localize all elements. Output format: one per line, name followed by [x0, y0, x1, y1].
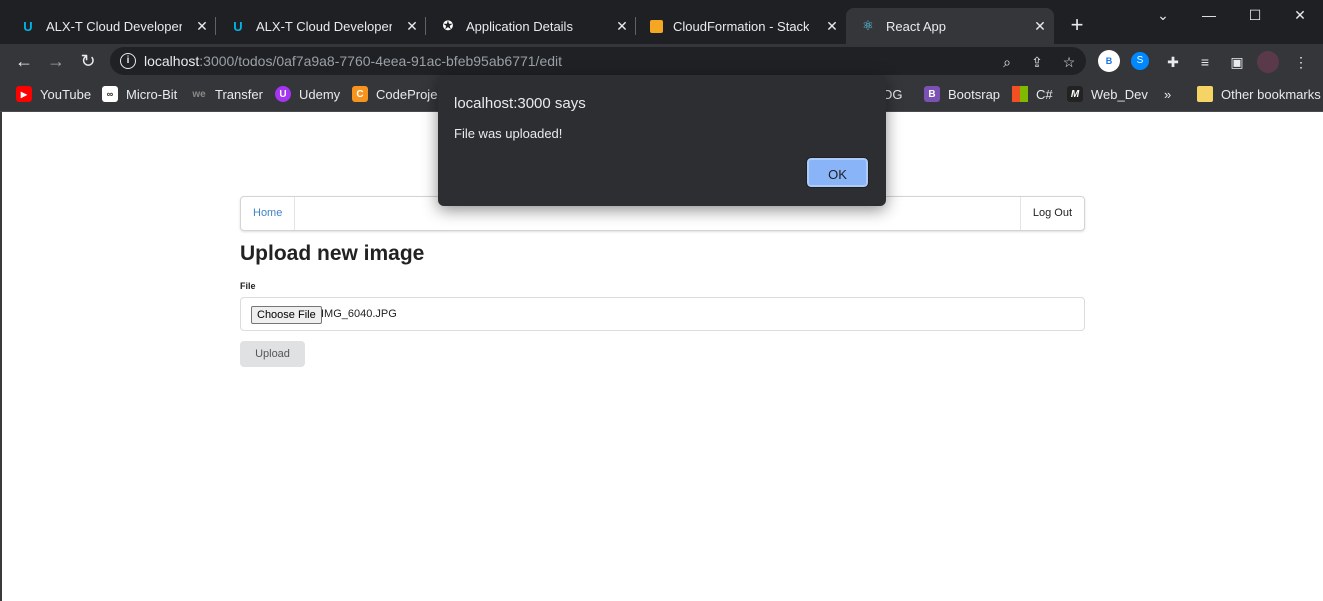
- tab-react-app[interactable]: ⚛ React App ✕: [846, 8, 1054, 44]
- udemy-icon: U: [275, 86, 291, 102]
- auth0-icon: ✪: [442, 18, 454, 33]
- tab-udacity-1[interactable]: U ALX-T Cloud Developer - U ✕: [6, 8, 216, 44]
- other-bookmarks[interactable]: Other bookmarks: [1197, 84, 1321, 104]
- upload-button[interactable]: Upload: [240, 341, 305, 367]
- selected-file-name: IMG_6040.JPG: [321, 308, 397, 320]
- forward-icon[interactable]: →: [44, 49, 68, 73]
- microbit-icon: ∞: [102, 86, 118, 102]
- bookmark-csharp[interactable]: C#: [1012, 84, 1053, 104]
- tab-application-details[interactable]: ✪ Application Details ✕: [426, 8, 636, 44]
- youtube-icon: ▶: [16, 86, 32, 102]
- tab-label: React App: [886, 18, 946, 34]
- shazam-icon[interactable]: S: [1131, 52, 1149, 70]
- extension-b-icon[interactable]: B: [1098, 50, 1120, 72]
- codeproject-icon: C: [352, 86, 368, 102]
- webdev-icon: M: [1067, 86, 1083, 102]
- dialog-title: localhost:3000 says: [454, 95, 586, 112]
- bookmark-star-icon[interactable]: ☆: [1060, 53, 1078, 71]
- maximize-icon[interactable]: ☐: [1232, 0, 1278, 30]
- bookmark-webdev[interactable]: M Web_Dev: [1067, 84, 1148, 104]
- wetransfer-icon: we: [192, 88, 206, 100]
- logout-button[interactable]: Log Out: [1019, 197, 1084, 230]
- media-control-icon[interactable]: ≡: [1194, 51, 1216, 73]
- bookmark-transfer[interactable]: we Transfer: [191, 84, 263, 104]
- address-bar[interactable]: i localhost:3000/todos/0af7a9a8-7760-4ee…: [110, 47, 1086, 75]
- react-icon: ⚛: [862, 18, 874, 33]
- close-icon[interactable]: ✕: [194, 18, 210, 34]
- url-text[interactable]: localhost:3000/todos/0af7a9a8-7760-4eea-…: [144, 53, 562, 69]
- udacity-icon: U: [233, 18, 243, 34]
- minimize-icon[interactable]: —: [1186, 0, 1232, 30]
- new-tab-icon[interactable]: +: [1066, 13, 1088, 37]
- close-icon[interactable]: ✕: [404, 18, 420, 34]
- close-icon[interactable]: ✕: [614, 18, 630, 34]
- share-icon[interactable]: ⇪: [1028, 53, 1046, 71]
- tab-label: ALX-T Cloud Developer - U: [46, 18, 182, 34]
- reload-icon[interactable]: ↻: [76, 49, 100, 73]
- menu-kebab-icon[interactable]: ⋮: [1290, 51, 1312, 73]
- bookmark-udemy[interactable]: U Udemy: [275, 84, 340, 104]
- tab-label: CloudFormation - Stack: [673, 18, 809, 34]
- tab-search-icon[interactable]: ⌄: [1140, 0, 1186, 30]
- file-field-label: File: [240, 281, 256, 291]
- tab-label: Application Details: [466, 18, 573, 34]
- tab-strip: U ALX-T Cloud Developer - U ✕ U ALX-T Cl…: [0, 0, 1323, 44]
- tab-udacity-2[interactable]: U ALX-T Cloud Developer - U ✕: [216, 8, 426, 44]
- bookmark-microbit[interactable]: ∞ Micro-Bit: [102, 84, 177, 104]
- side-panel-icon[interactable]: ▣: [1226, 51, 1248, 73]
- udacity-icon: U: [23, 18, 33, 34]
- browser-toolbar: ← → ↻ i localhost:3000/todos/0af7a9a8-77…: [0, 44, 1323, 78]
- tab-label: ALX-T Cloud Developer - U: [256, 18, 392, 34]
- extensions-puzzle-icon[interactable]: ✚: [1162, 51, 1184, 73]
- dialog-message: File was uploaded!: [454, 126, 563, 141]
- zoom-icon[interactable]: ⌕: [998, 53, 1016, 71]
- folder-icon: [1197, 86, 1213, 102]
- avatar[interactable]: [1257, 51, 1279, 73]
- window-close-icon[interactable]: ✕: [1277, 0, 1323, 30]
- close-icon[interactable]: ✕: [824, 18, 840, 34]
- choose-file-button[interactable]: Choose File: [251, 306, 322, 324]
- bootstrap-icon: B: [924, 86, 940, 102]
- site-info-icon[interactable]: i: [120, 53, 136, 69]
- more-bookmarks-icon[interactable]: »: [1164, 84, 1171, 104]
- home-link[interactable]: Home: [241, 197, 296, 230]
- back-icon[interactable]: ←: [12, 49, 36, 73]
- page-edge: [0, 112, 2, 601]
- file-input[interactable]: Choose File IMG_6040.JPG: [240, 297, 1085, 331]
- tab-cloudformation[interactable]: CloudFormation - Stack ✕: [636, 8, 846, 44]
- bookmark-codeproject[interactable]: C CodeProject: [352, 84, 448, 104]
- alert-dialog: localhost:3000 says File was uploaded! O…: [438, 75, 886, 206]
- bookmark-bootstrap[interactable]: B Bootsrap: [924, 84, 1000, 104]
- close-icon[interactable]: ✕: [1032, 18, 1048, 34]
- ok-button[interactable]: OK: [806, 157, 869, 188]
- page-title: Upload new image: [240, 242, 425, 265]
- aws-icon: [650, 19, 663, 33]
- bookmark-youtube[interactable]: ▶ YouTube: [16, 84, 91, 104]
- microsoft-icon: [1012, 86, 1028, 102]
